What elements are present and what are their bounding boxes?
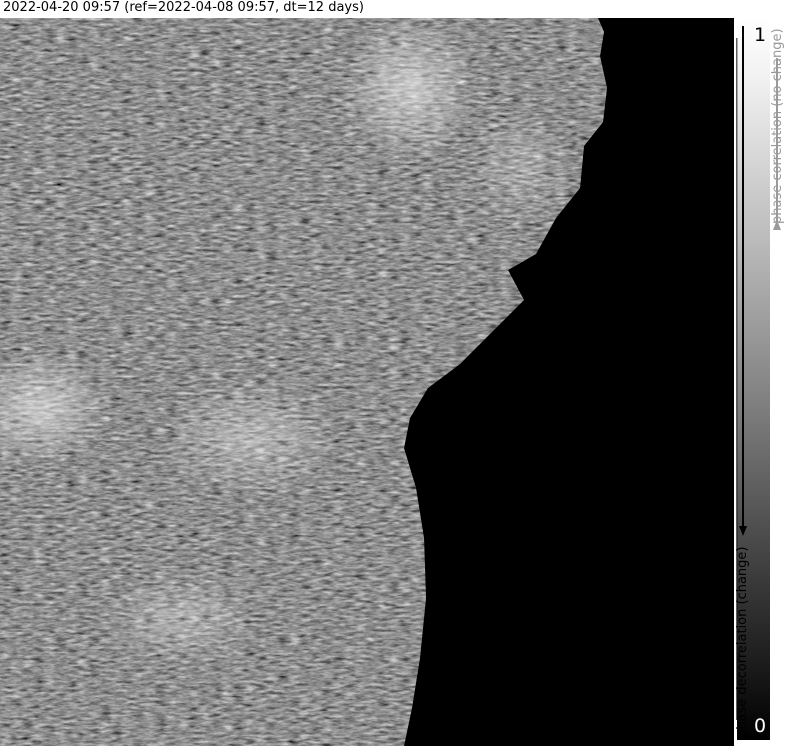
colorbar-lower-label: phase decorrelation (change): [735, 546, 750, 738]
colorbar-upper-label: phase correlation (no change): [770, 28, 785, 224]
image-title: 2022-04-20 09:57 (ref=2022-04-08 09:57, …: [3, 0, 364, 15]
coherence-map-image: [0, 18, 734, 746]
